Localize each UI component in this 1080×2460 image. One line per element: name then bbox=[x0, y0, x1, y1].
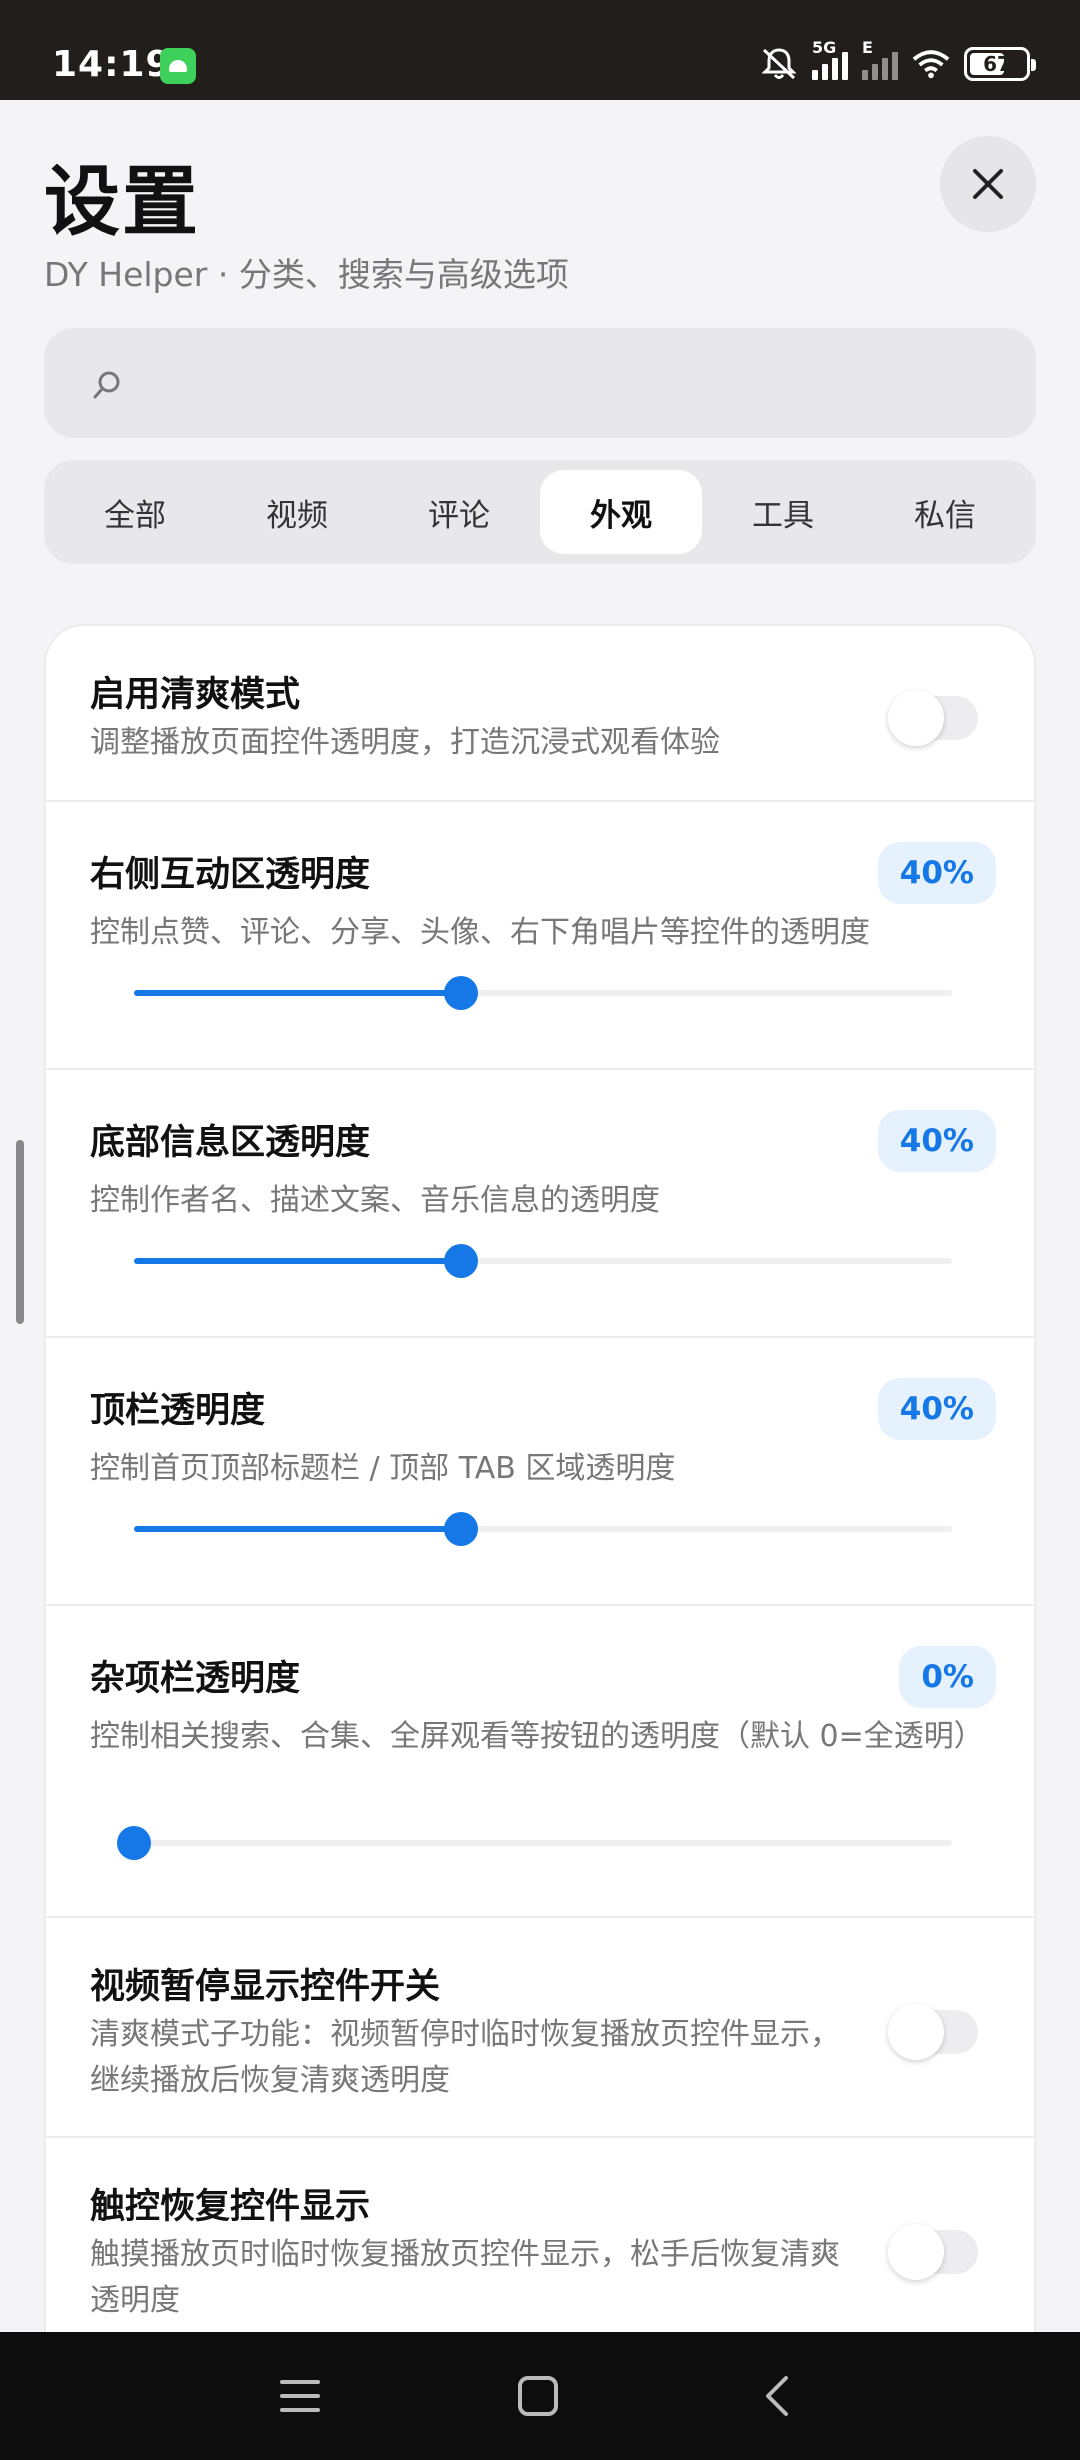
system-nav-bar bbox=[0, 2332, 1080, 2460]
setting-title: 顶栏透明度 bbox=[90, 1391, 266, 1431]
setting-title: 启用清爽模式 bbox=[90, 675, 301, 715]
value-badge: 0% bbox=[899, 1646, 996, 1708]
mute-bell-icon bbox=[761, 48, 797, 80]
top-opacity-slider[interactable] bbox=[134, 1512, 952, 1546]
tab-messages[interactable]: 私信 bbox=[864, 470, 1026, 554]
bottom-opacity-slider[interactable] bbox=[134, 1244, 952, 1278]
setting-touch-restore: 触控恢复控件显示 触摸播放页时临时恢复播放页控件显示，松手后恢复清爽透明度 bbox=[46, 2138, 1034, 2332]
status-bar: 14:19 5G E 67 bbox=[0, 0, 1080, 100]
close-button[interactable] bbox=[940, 136, 1036, 232]
menu-button[interactable] bbox=[266, 2362, 334, 2430]
cell-signal-2-icon: E bbox=[862, 38, 898, 80]
misc-opacity-slider[interactable] bbox=[117, 1826, 952, 1860]
tab-all[interactable]: 全部 bbox=[54, 470, 216, 554]
scrollbar[interactable] bbox=[16, 1140, 24, 1324]
status-time: 14:19 bbox=[52, 44, 172, 85]
right-opacity-slider[interactable] bbox=[134, 976, 952, 1010]
value-badge: 40% bbox=[877, 1110, 996, 1172]
settings-card: 启用清爽模式 调整播放页面控件透明度，打造沉浸式观看体验 右侧互动区透明度 40… bbox=[44, 624, 1036, 2332]
setting-pause-show-controls: 视频暂停显示控件开关 清爽模式子功能：视频暂停时临时恢复播放页控件显示，继续播放… bbox=[46, 1918, 1034, 2138]
setting-desc: 调整播放页面控件透明度，打造沉浸式观看体验 bbox=[90, 725, 720, 760]
setting-misc-opacity: 杂项栏透明度 0% 控制相关搜索、合集、全屏观看等按钮的透明度（默认 0=全透明… bbox=[46, 1606, 1034, 1918]
setting-title: 杂项栏透明度 bbox=[90, 1659, 301, 1699]
page-title: 设置 bbox=[44, 157, 200, 246]
slider-thumb[interactable] bbox=[444, 1244, 479, 1278]
setting-top-opacity: 顶栏透明度 40% 控制首页顶部标题栏 / 顶部 TAB 区域透明度 bbox=[46, 1338, 1034, 1606]
setting-title: 视频暂停显示控件开关 bbox=[90, 1967, 441, 2007]
setting-desc: 控制作者名、描述文案、音乐信息的透明度 bbox=[90, 1183, 660, 1218]
search-input[interactable] bbox=[44, 328, 1036, 438]
page-subtitle: DY Helper · 分类、搜索与高级选项 bbox=[44, 255, 569, 294]
setting-title: 右侧互动区透明度 bbox=[90, 855, 371, 895]
cell-signal-icon: 5G bbox=[812, 38, 848, 80]
home-icon bbox=[518, 2376, 558, 2416]
pause-show-toggle[interactable] bbox=[888, 2004, 978, 2060]
slider-thumb[interactable] bbox=[117, 1826, 151, 1860]
tab-video[interactable]: 视频 bbox=[216, 470, 378, 554]
back-icon bbox=[766, 2376, 788, 2416]
status-icons: 5G E 67 bbox=[760, 38, 1036, 84]
tab-appearance[interactable]: 外观 bbox=[540, 470, 702, 554]
setting-desc: 控制相关搜索、合集、全屏观看等按钮的透明度（默认 0=全透明） bbox=[90, 1719, 984, 1754]
setting-clean-mode: 启用清爽模式 调整播放页面控件透明度，打造沉浸式观看体验 bbox=[46, 626, 1034, 802]
settings-sheet: 设置 DY Helper · 分类、搜索与高级选项 全部 视频 评论 外观 工具… bbox=[0, 100, 1080, 2332]
home-button[interactable] bbox=[504, 2362, 572, 2430]
battery-icon: 67 bbox=[964, 47, 1036, 81]
back-button[interactable] bbox=[744, 2362, 812, 2430]
category-tabs: 全部 视频 评论 外观 工具 私信 bbox=[44, 460, 1036, 564]
menu-icon bbox=[280, 2380, 320, 2412]
setting-desc: 控制点赞、评论、分享、头像、右下角唱片等控件的透明度 bbox=[90, 915, 870, 950]
wifi-icon bbox=[912, 50, 950, 79]
setting-desc: 控制首页顶部标题栏 / 顶部 TAB 区域透明度 bbox=[90, 1451, 676, 1486]
battery-level: 67 bbox=[983, 52, 1011, 76]
network-type-2-label: E bbox=[862, 38, 873, 57]
tab-tools[interactable]: 工具 bbox=[702, 470, 864, 554]
value-badge: 40% bbox=[877, 842, 996, 904]
android-icon bbox=[160, 48, 196, 84]
setting-bottom-opacity: 底部信息区透明度 40% 控制作者名、描述文案、音乐信息的透明度 bbox=[46, 1070, 1034, 1338]
setting-desc: 触摸播放页时临时恢复播放页控件显示，松手后恢复清爽透明度 bbox=[90, 2237, 840, 2318]
clean-mode-toggle[interactable] bbox=[888, 690, 978, 746]
setting-title: 触控恢复控件显示 bbox=[90, 2187, 371, 2227]
setting-title: 底部信息区透明度 bbox=[90, 1123, 371, 1163]
setting-desc: 清爽模式子功能：视频暂停时临时恢复播放页控件显示，继续播放后恢复清爽透明度 bbox=[90, 2017, 840, 2098]
search-icon bbox=[93, 371, 120, 399]
value-badge: 40% bbox=[877, 1378, 996, 1440]
tab-comment[interactable]: 评论 bbox=[378, 470, 540, 554]
slider-thumb[interactable] bbox=[444, 976, 479, 1010]
slider-thumb[interactable] bbox=[444, 1512, 479, 1546]
network-type-label: 5G bbox=[812, 38, 837, 57]
close-icon bbox=[973, 169, 1003, 199]
touch-restore-toggle[interactable] bbox=[888, 2224, 978, 2280]
setting-right-opacity: 右侧互动区透明度 40% 控制点赞、评论、分享、头像、右下角唱片等控件的透明度 bbox=[46, 802, 1034, 1070]
